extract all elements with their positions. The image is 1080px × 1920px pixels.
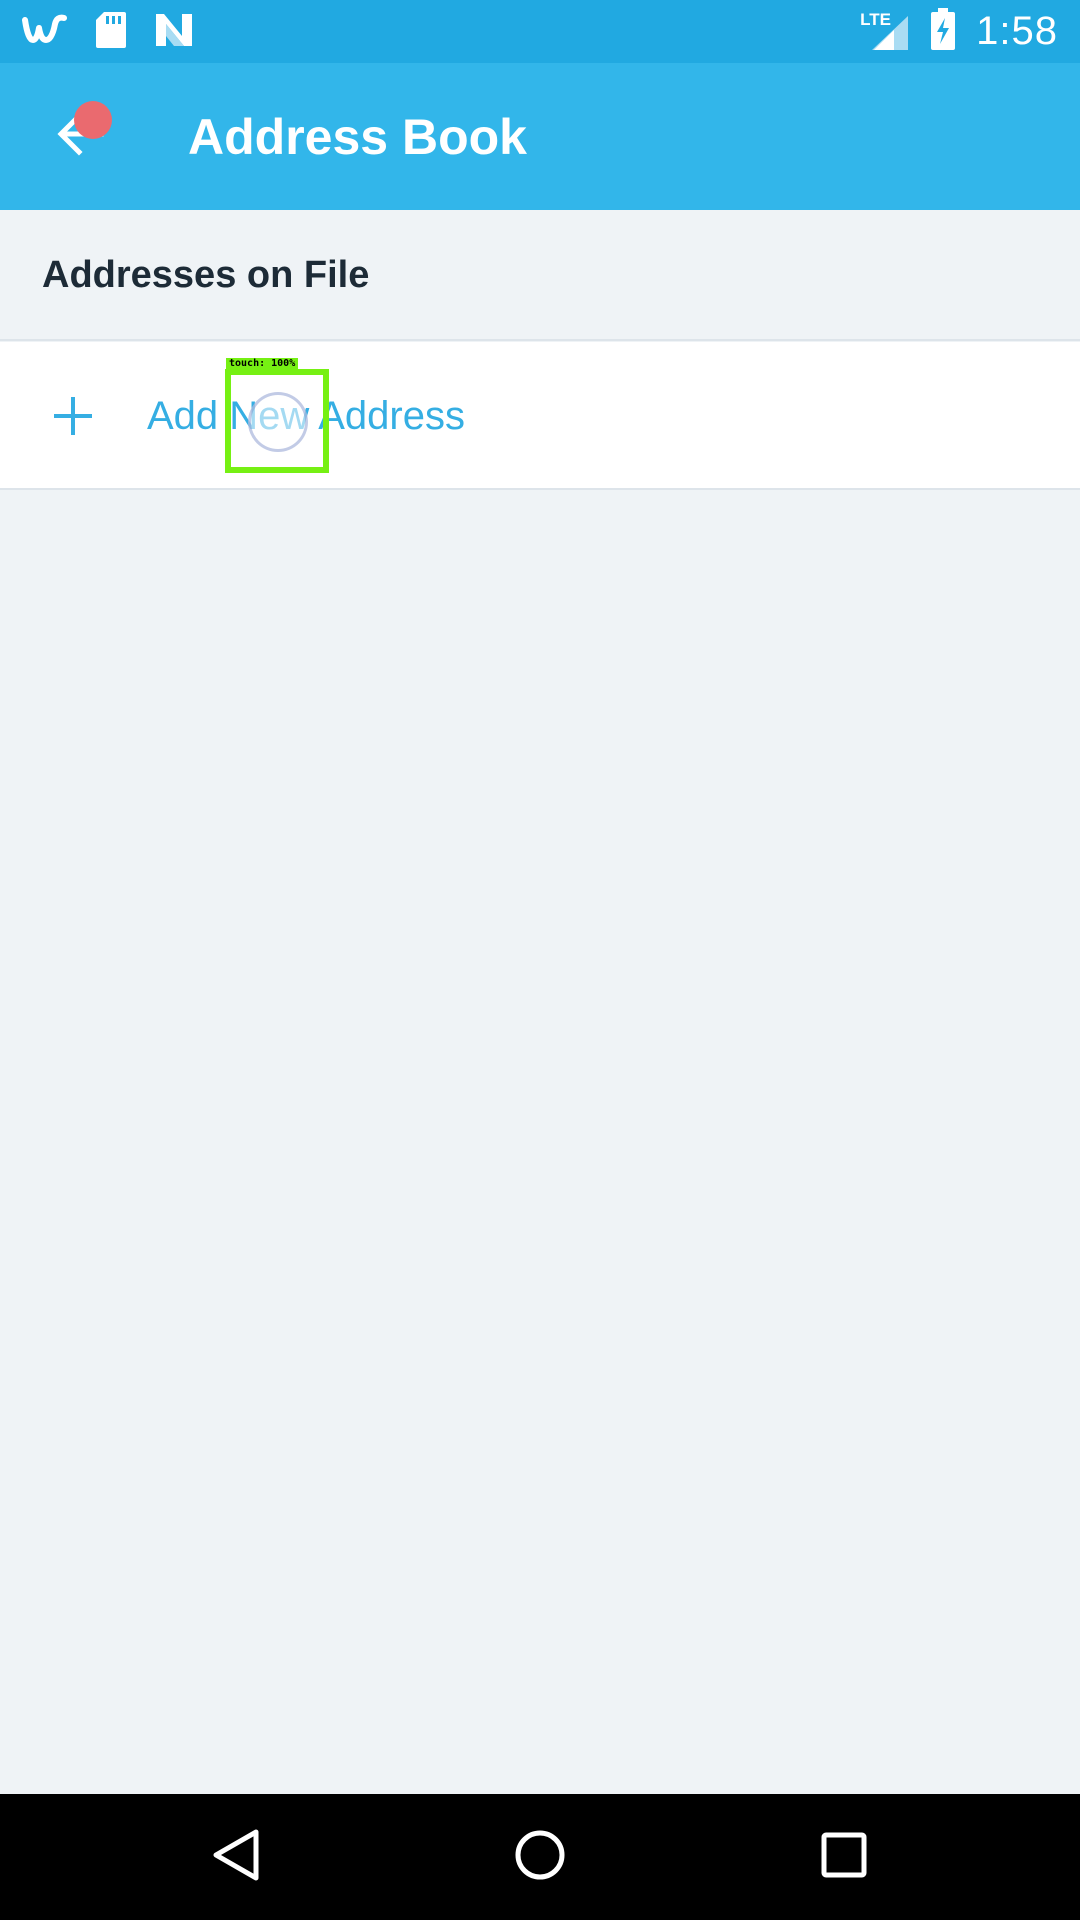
navigation-bar	[0, 1794, 1080, 1920]
plus-icon	[52, 395, 94, 437]
nav-recents-button[interactable]	[806, 1819, 882, 1895]
section-title: Addresses on File	[42, 254, 370, 296]
status-notification-icons	[22, 10, 194, 54]
wish-app-icon	[22, 10, 68, 55]
notification-dot	[74, 101, 112, 139]
battery-charging-icon	[930, 8, 956, 55]
status-bar: LTE 1:58	[0, 0, 1080, 63]
page-title: Address Book	[188, 108, 527, 165]
n-app-icon	[154, 12, 194, 53]
recents-square-icon	[820, 1831, 868, 1884]
section-header: Addresses on File	[0, 210, 1080, 341]
status-time: 1:58	[976, 9, 1058, 53]
home-circle-icon	[514, 1829, 566, 1886]
add-new-address-button[interactable]: Add New Address	[0, 342, 1080, 490]
app-bar: Address Book	[0, 63, 1080, 210]
back-triangle-icon	[212, 1828, 260, 1887]
nav-back-button[interactable]	[198, 1819, 274, 1895]
network-type-label: LTE	[860, 9, 891, 29]
status-system-icons: LTE 1:58	[860, 0, 1058, 63]
lte-signal-icon: LTE	[860, 10, 910, 52]
add-new-address-label: Add New Address	[147, 393, 465, 438]
nav-home-button[interactable]	[502, 1819, 578, 1895]
sd-card-icon	[94, 10, 128, 55]
